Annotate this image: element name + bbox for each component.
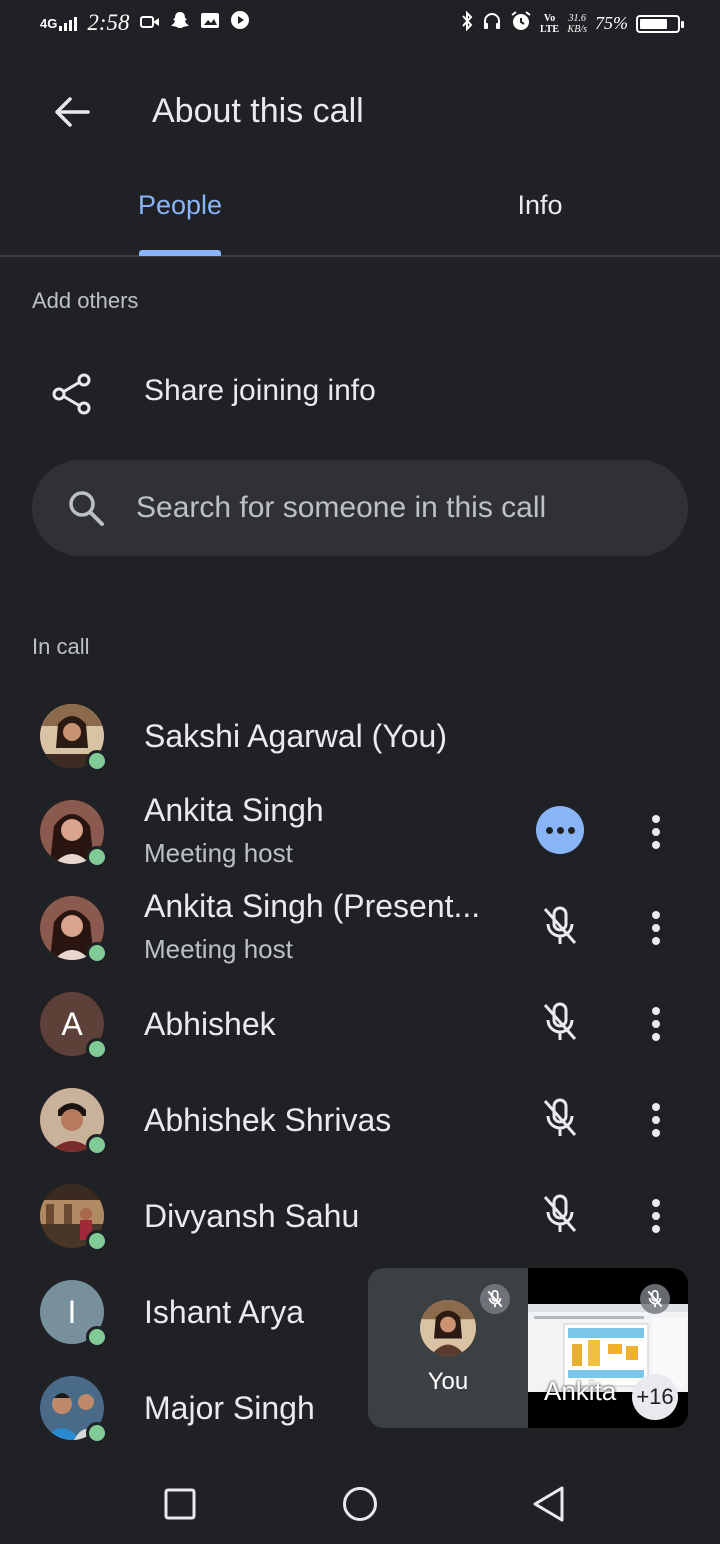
online-indicator — [86, 942, 108, 964]
clock: 2:58 — [87, 10, 130, 35]
square-icon — [164, 1488, 196, 1520]
headphones-icon — [482, 11, 502, 36]
bluetooth-icon — [460, 10, 474, 36]
speaking-indicator-icon — [536, 806, 584, 854]
participant-name: Abhishek — [144, 1006, 276, 1042]
system-navigation-bar — [0, 1456, 720, 1544]
more-vert-icon — [652, 815, 660, 849]
status-bar-left: 4G 2:58 — [40, 10, 250, 36]
share-icon — [50, 372, 94, 416]
mic-off-icon — [640, 1284, 670, 1314]
snapchat-icon — [170, 10, 190, 36]
mic-off-icon — [480, 1284, 510, 1314]
pip-self-avatar — [420, 1300, 476, 1356]
participant-row[interactable]: Abhishek Shrivas — [0, 1072, 720, 1168]
more-vert-icon — [652, 1007, 660, 1041]
more-options-button[interactable] — [632, 1192, 680, 1240]
battery-percent: 75% — [595, 13, 628, 33]
more-options-button[interactable] — [632, 1096, 680, 1144]
search-icon — [66, 488, 106, 528]
network-speed: 31.6 KB/s — [568, 13, 587, 35]
participant-name: Abhishek Shrivas — [144, 1102, 392, 1138]
participant-role: Meeting host — [144, 934, 293, 964]
back-nav-button[interactable] — [524, 1480, 572, 1528]
more-options-button[interactable] — [632, 904, 680, 952]
in-call-heading: In call — [32, 634, 90, 659]
arrow-back-icon — [55, 97, 90, 127]
more-vert-icon — [652, 1103, 660, 1137]
network-speed-unit: KB/s — [567, 23, 587, 35]
participant-row[interactable]: Ankita Singh Meeting host — [0, 784, 720, 880]
add-others-heading: Add others — [32, 288, 139, 313]
tab-info[interactable]: Info — [440, 190, 640, 254]
online-indicator — [86, 1134, 108, 1156]
participant-row[interactable]: Divyansh Sahu — [0, 1168, 720, 1264]
triangle-back-icon — [533, 1486, 564, 1522]
share-joining-info-button[interactable]: Share joining info — [0, 350, 720, 440]
home-button[interactable] — [336, 1480, 384, 1528]
mic-off-icon — [536, 902, 584, 950]
online-indicator — [86, 1326, 108, 1348]
participant-row[interactable]: A Abhishek — [0, 976, 720, 1072]
participant-row[interactable]: Ankita Singh (Present... Meeting host — [0, 880, 720, 976]
tab-indicator — [139, 250, 221, 256]
share-joining-info-label: Share joining info — [144, 374, 376, 407]
alarm-icon — [510, 10, 532, 37]
battery-level — [640, 18, 667, 29]
gallery-notification-icon — [200, 10, 220, 36]
pip-presenter-tile[interactable]: Ankita +16 — [528, 1268, 688, 1428]
battery-icon — [636, 14, 684, 33]
mic-off-icon — [536, 1190, 584, 1238]
more-options-button[interactable] — [632, 808, 680, 856]
online-indicator — [86, 1038, 108, 1060]
mic-off-icon — [536, 1094, 584, 1142]
back-button[interactable] — [48, 88, 96, 136]
online-indicator — [86, 750, 108, 772]
recent-apps-button[interactable] — [156, 1480, 204, 1528]
volte-indicator: Vo LTE — [540, 12, 560, 35]
participant-name: Major Singh — [144, 1390, 315, 1426]
online-indicator — [86, 1422, 108, 1444]
status-bar: 4G 2:58 Vo LTE 31.6 KB/s 75% — [0, 0, 720, 56]
more-vert-icon — [652, 911, 660, 945]
participant-role: Meeting host — [144, 838, 293, 868]
pip-self-label: You — [427, 1368, 469, 1395]
network-speed-value: 31.6 — [568, 12, 587, 24]
pip-presenter-label: Ankita — [544, 1376, 617, 1406]
participant-name: Ishant Arya — [144, 1294, 305, 1330]
online-indicator — [86, 1230, 108, 1252]
more-options-button[interactable] — [632, 1000, 680, 1048]
tab-divider — [0, 255, 720, 257]
picture-in-picture[interactable]: You Ankita +16 — [368, 1268, 688, 1428]
network-type: 4G — [40, 15, 58, 31]
participant-name: Ankita Singh — [144, 792, 324, 828]
play-notification-icon — [230, 10, 250, 36]
signal-icon — [59, 15, 78, 31]
search-bar[interactable] — [32, 460, 688, 556]
tab-people[interactable]: People — [80, 190, 280, 254]
more-participants-count: +16 — [632, 1374, 678, 1420]
participant-row[interactable]: Sakshi Agarwal (You) — [0, 688, 720, 784]
participant-name: Sakshi Agarwal (You) — [144, 718, 447, 754]
pip-self-tile[interactable]: You — [368, 1268, 528, 1428]
mic-off-icon — [536, 998, 584, 1046]
video-notification-icon — [139, 10, 160, 36]
page-title: About this call — [152, 92, 364, 130]
online-indicator — [86, 846, 108, 868]
circle-icon — [343, 1487, 377, 1521]
participant-name: Ankita Singh (Present... — [144, 888, 481, 924]
participant-name: Divyansh Sahu — [144, 1198, 360, 1234]
status-bar-right: Vo LTE 31.6 KB/s 75% — [460, 10, 684, 37]
search-input[interactable] — [136, 488, 656, 528]
more-vert-icon — [652, 1199, 660, 1233]
